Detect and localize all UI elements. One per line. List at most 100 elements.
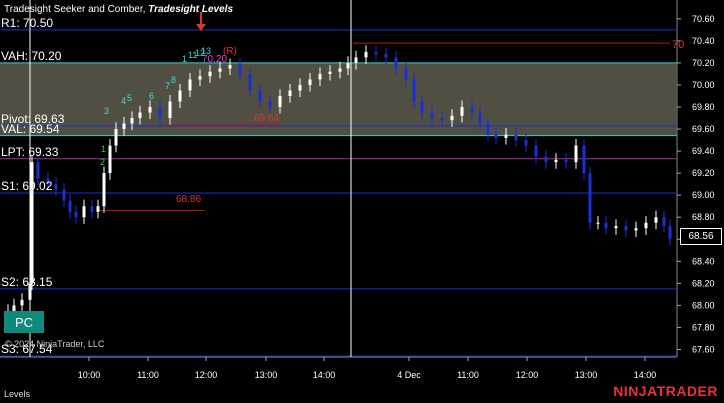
candle-body	[346, 62, 350, 69]
y-tick-label: 70.60	[692, 14, 715, 24]
y-tick-label: 69.60	[692, 124, 715, 134]
candle-body	[208, 71, 212, 77]
candle-body	[188, 79, 192, 91]
status-label: Levels	[4, 389, 31, 399]
candle-body	[588, 173, 592, 223]
candle-body	[338, 68, 342, 72]
x-tick-label: 13:00	[575, 370, 598, 380]
candle-body	[420, 101, 424, 113]
candle-body	[624, 226, 628, 231]
candle-body	[644, 222, 648, 229]
plot-area	[0, 0, 677, 357]
y-tick-label: 69.00	[692, 190, 715, 200]
candle-body	[102, 173, 106, 207]
candle-body	[524, 140, 528, 146]
setup-count: 3	[104, 106, 109, 116]
level-label: LPT: 69.33	[1, 144, 59, 159]
annotation-68-86: 68.86	[176, 194, 201, 205]
candle-body	[36, 162, 40, 179]
candle-body	[604, 222, 608, 229]
setup-count: 2	[100, 157, 105, 167]
candle-body	[122, 123, 126, 130]
candle-body	[450, 115, 454, 121]
candle-body	[168, 101, 172, 119]
candle-body	[460, 106, 464, 116]
candle-body	[228, 65, 232, 69]
setup-count: 1	[182, 54, 187, 64]
candle-body	[298, 84, 302, 91]
candle-body	[486, 123, 490, 135]
indicator-names: Tradesight Seeker and Comber,	[4, 4, 149, 15]
candle-body	[20, 299, 24, 306]
candle-body	[54, 184, 58, 190]
price-chart[interactable]: 70.60 70.40 70.20 70.00 69.80 69.60 69.40 69.20…	[0, 0, 724, 403]
candle-body	[394, 57, 398, 69]
candle-body	[614, 226, 618, 229]
x-tick-label: 11:00	[457, 370, 479, 380]
y-tick-label: 68.40	[692, 256, 715, 266]
candle-body	[478, 112, 482, 124]
candle-body	[90, 206, 94, 212]
candle-body	[82, 206, 86, 218]
candle-body	[574, 145, 578, 163]
candle-body	[268, 101, 272, 107]
pc-button[interactable]: PC	[4, 311, 44, 333]
candle-body	[412, 79, 416, 102]
candle-body	[534, 145, 538, 157]
y-tick-label: 68.00	[692, 300, 715, 310]
candle-body	[354, 57, 358, 63]
candle-body	[404, 68, 408, 80]
candle-body	[108, 145, 112, 174]
y-tick-label: 70.20	[692, 58, 715, 68]
y-tick-label: 69.20	[692, 168, 715, 178]
candle-body	[258, 90, 262, 102]
x-tick-label: 12:00	[516, 370, 539, 380]
y-tick-label: 69.40	[692, 146, 715, 156]
ninjatrader-logo: NINJATRADER	[613, 383, 718, 399]
candle-body	[178, 90, 182, 102]
y-tick-label: 70.40	[692, 36, 715, 46]
y-tick-label: 67.60	[692, 344, 715, 354]
candle-body	[440, 118, 444, 121]
level-label: R1: 70.50	[1, 15, 54, 30]
candle-body	[504, 134, 508, 138]
indicator-active-name: Tradesight Levels	[148, 4, 234, 15]
candle-body	[470, 106, 474, 113]
candle-body	[374, 51, 378, 55]
x-tick-label: 13:00	[255, 370, 278, 380]
candle-body	[430, 112, 434, 119]
candle-body	[564, 159, 568, 163]
candle-body	[364, 51, 368, 58]
candle-body	[62, 189, 66, 201]
candle-body	[148, 106, 152, 113]
x-tick-label: 11:00	[137, 370, 159, 380]
x-tick-label: 14:00	[634, 370, 657, 380]
candle-body	[494, 134, 498, 138]
annotation-69-64: 69.64	[254, 113, 279, 124]
candle-body	[308, 79, 312, 85]
setup-count: 13	[201, 46, 211, 56]
x-tick-label: 4 Dec	[397, 370, 421, 380]
setup-count: 6	[149, 91, 154, 101]
level-label: S1: 69.02	[1, 178, 53, 193]
y-tick-label: 68.20	[692, 278, 715, 288]
candle-body	[198, 76, 202, 80]
candle-body	[114, 129, 118, 146]
candle-body	[662, 217, 666, 227]
candle-body	[582, 145, 586, 174]
candle-body	[278, 95, 282, 107]
candle-body	[96, 206, 100, 212]
candle-body	[554, 159, 558, 163]
setup-count: 5	[127, 93, 132, 103]
y-tick-label: 70.00	[692, 80, 715, 90]
candle-body	[328, 71, 332, 74]
setup-count: 1	[101, 144, 106, 154]
current-price-marker: 68.56	[680, 228, 722, 245]
candle-body	[158, 106, 162, 119]
annotation-r-mark: (R)	[223, 46, 237, 57]
chart-title: Tradesight Seeker and Comber, Tradesight…	[4, 4, 233, 15]
value-area-band	[0, 62, 677, 136]
x-tick-label: 10:00	[78, 370, 101, 380]
candle-body	[288, 90, 292, 96]
candle-body	[138, 112, 142, 119]
